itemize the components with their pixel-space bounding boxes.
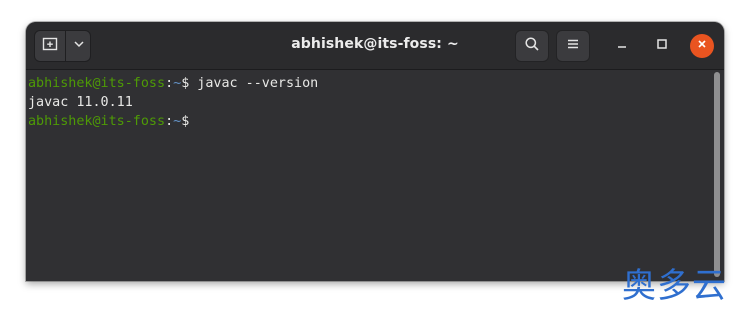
watermark-text: 奥多云 (622, 266, 727, 306)
command-output: javac 11.0.11 (28, 95, 133, 110)
terminal-output[interactable]: abhishek@its-foss:~$ javac --version jav… (26, 70, 712, 281)
command-text (189, 114, 197, 129)
maximize-icon (656, 37, 668, 55)
minimize-icon (616, 37, 628, 55)
prompt-colon: : (165, 76, 174, 91)
prompt-user: abhishek@its-foss (28, 76, 166, 91)
hamburger-menu-icon (566, 37, 580, 56)
maximize-button[interactable] (650, 34, 674, 58)
terminal-line: abhishek@its-foss:~$ (28, 112, 712, 131)
close-icon (696, 37, 708, 55)
prompt-colon: : (165, 114, 174, 129)
terminal-window: abhishek@its-foss: ~ abhishek@its-foss:~… (26, 22, 724, 281)
close-button[interactable] (690, 34, 714, 58)
minimize-button[interactable] (610, 34, 634, 58)
terminal-line: abhishek@its-foss:~$ javac --version (28, 74, 712, 93)
title-bar[interactable]: abhishek@its-foss: ~ (26, 22, 724, 70)
search-icon (524, 36, 540, 57)
scrollbar[interactable] (714, 72, 720, 277)
search-button[interactable] (515, 30, 549, 62)
command-text: javac --version (189, 76, 319, 91)
prompt-path: ~ (173, 76, 182, 91)
prompt-user: abhishek@its-foss (28, 114, 166, 129)
prompt-path: ~ (173, 114, 182, 129)
main-menu-button[interactable] (556, 30, 590, 62)
terminal-line: javac 11.0.11 (28, 93, 712, 112)
